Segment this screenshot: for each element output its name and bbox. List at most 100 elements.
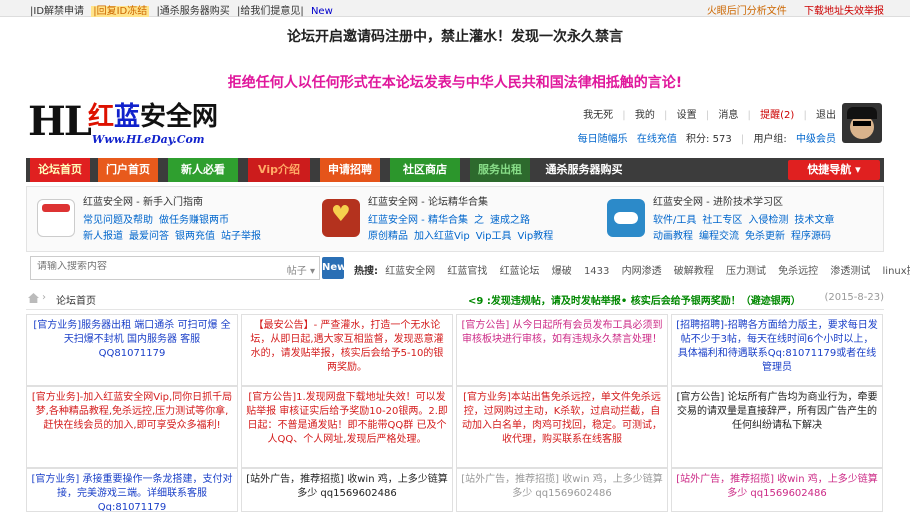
notice-cell[interactable]: [官方公告]1.发现网盘下载地址失效！可以发贴举报 审核证实后给予奖励10-20… [241,386,453,468]
feature-link[interactable]: 新人报道 [83,231,123,242]
feature-link[interactable]: 技术文章 [794,215,834,226]
checkin-link[interactable]: 每日随幅乐 [578,134,628,145]
hot-search-item[interactable]: 免杀远控 [778,266,818,277]
notice-invite: 论坛开启邀请码注册中，禁止灌水！发现一次永久禁言 [287,29,623,45]
feature-link[interactable]: 站子举报 [221,231,261,242]
hot-search-item[interactable]: 红蓝安全网 [385,266,435,277]
search-bar: 帖子 ▾ New 热搜: 红蓝安全网 红蓝官找 红蓝论坛 爆破 1433 内网渗… [26,256,910,282]
logout-link[interactable]: 退出 [816,110,836,121]
nav-server-buy[interactable]: 通杀服务器购买 [540,158,628,182]
notice-cell[interactable]: [站外广告，推荐招揽] 收win 鸡，上多少链算多少 qq1569602486 [456,468,668,512]
logo-name: 红蓝安全网 [88,102,219,132]
notice-cell[interactable]: [招聘招聘]-招聘各方面给力版主，要求每日发帖不少于3帖，每天在线时间6个小时以… [671,314,883,386]
home-icon[interactable] [28,293,39,303]
nav-vip[interactable]: Vip介绍 [248,158,310,182]
quick-nav-button[interactable]: 快捷导航 ▾ [788,160,880,180]
feature-link[interactable]: 常见问题及帮助 [83,215,153,226]
hot-search-item[interactable]: linux提权 [883,266,910,277]
feature-link[interactable]: 社工专区 [702,215,742,226]
username-link[interactable]: 我无死 [583,110,613,121]
notice-cell[interactable]: [官方业务]本站出售免杀远控，单文件免杀远控，过网购过主动，K杀软，过启动拦截，… [456,386,668,468]
logo-hl: HL [28,98,92,145]
feature-link[interactable]: 动画教程 [653,231,693,242]
notice-cell[interactable]: [官方业务] 承接重要操作一条龙搭建，支付对接，完美游戏三端。详细联系客服Qq:… [26,468,238,512]
notice-cell[interactable]: [官方公告] 从今日起所有会员发布工具必须到审核板块进行审核，如有违规永久禁言处… [456,314,668,386]
heart-icon [322,199,360,237]
hot-search-item[interactable]: 爆破 [552,266,572,277]
feature-link[interactable]: 做任务赚银两币 [159,215,229,226]
feature-link[interactable]: Vip工具 [476,231,512,242]
hot-search-item[interactable]: 内网渗透 [622,266,662,277]
user-panel: 我无死 | 我的 | 设置 | 消息 | 提醒(2) | 退出 每日随幅乐 在线… [577,110,836,145]
notice-cell[interactable]: [站外广告，推荐招揽] 收win 鸡，上多少链算多少 qq1569602486 [241,468,453,512]
notice-cell[interactable]: [站外广告，推荐招揽] 收win 鸡，上多少链算多少 qq1569602486 [671,468,883,512]
top-bar: |ID解禁申请 |回复ID冻结 |通杀服务器购买 |给我们提意见| New 火眼… [0,0,910,17]
hot-search-item[interactable]: 红蓝论坛 [500,266,540,277]
logo-url: Www.HLeDay.Com [92,133,205,146]
nav-shop[interactable]: 社区商店 [390,158,460,182]
feature-link[interactable]: 编程交流 [699,231,739,242]
group-label: 用户组: [753,134,787,145]
settings-link[interactable]: 设置 [677,110,697,121]
feature-title[interactable]: 红蓝安全网 - 新手入门指南 [83,193,203,208]
feature-link[interactable]: 银两充值 [175,231,215,242]
recharge-link[interactable]: 在线充值 [637,134,677,145]
breadcrumb-current[interactable]: 论坛首页 [56,292,96,307]
hot-search-item[interactable]: 1433 [584,266,609,277]
notice-cell[interactable]: [官方业务]服务器出租 端口通杀 可扫可爆 全天扫爆不封机 国内服务器 客服 Q… [26,314,238,386]
id-unban-link[interactable]: |ID解禁申请 [30,6,84,17]
server-buy-link[interactable]: |通杀服务器购买 [156,6,229,17]
hot-search-item[interactable]: 渗透测试 [830,266,870,277]
nav-rent[interactable]: 服务出租 [470,158,530,182]
site-logo[interactable]: HL 红蓝安全网 Www.HLeDay.Com [28,100,278,150]
feature-link[interactable]: 免杀更新 [745,231,785,242]
group-value[interactable]: 中级会员 [796,134,836,145]
notice-cell[interactable]: [官方公告] 论坛所有广告均为商业行为，牵要交易的请双量是直接辞严，所有因广告产… [671,386,883,468]
avatar[interactable] [842,103,882,143]
nav-forum-home[interactable]: 论坛首页 [30,158,90,182]
hot-search-item[interactable]: 破解教程 [674,266,714,277]
breadcrumb-separator: › [42,292,46,303]
new-badge: New [310,6,333,17]
hot-label: 热搜: [354,266,378,277]
nav-newbie[interactable]: 新人必看 [168,158,238,182]
search-box: 帖子 ▾ [30,256,320,280]
hot-search-item[interactable]: 红蓝官找 [447,266,487,277]
search-input[interactable] [37,261,257,272]
search-button[interactable]: New [322,257,346,279]
feature-title[interactable]: 红蓝安全网 - 进阶技术学习区 [653,193,783,208]
broken-link-report[interactable]: 下载地址失效举报 [804,6,884,17]
feature-link[interactable]: 软件/工具 [653,215,696,226]
alerts-link[interactable]: 提醒(2) [760,110,794,121]
hot-search-item[interactable]: 压力测试 [726,266,766,277]
notice-cell[interactable]: [官方业务]-加入红蓝安全网Vip,同你日抓千局梦,各种精品教程,免杀远控,压力… [26,386,238,468]
feature-link[interactable]: 原创精品 [368,231,408,242]
messages-link[interactable]: 消息 [718,110,738,121]
feature-link[interactable]: 红蓝安全网 - 精华合集 [368,215,468,226]
feature-link[interactable]: 入侵检测 [748,215,788,226]
feature-panels: 红蓝安全网 - 新手入门指南 常见问题及帮助 做任务赚银两币 新人报道 最爱问答 银两… [26,186,884,252]
cloud-icon [607,199,645,237]
id-freeze-link[interactable]: |回复ID冻结 [91,6,150,17]
feature-title[interactable]: 红蓝安全网 - 论坛精华合集 [368,193,488,208]
nav-recruit[interactable]: 申请招聘 [320,158,380,182]
feature-link[interactable]: 之 [474,215,484,226]
search-scope-select[interactable]: 帖子 ▾ [287,262,315,277]
announcement-date: (2015-8-23) [824,292,884,303]
notice-cell[interactable]: 【最安公告】- 严查灌水，打造一个无水论坛，从即日起,遇大家互相监督，发现恶意灌… [241,314,453,386]
feature-link[interactable]: 速成之路 [490,215,530,226]
feedback-link[interactable]: |给我们提意见| [237,6,304,17]
top-links: |ID解禁申请 |回复ID冻结 |通杀服务器购买 |给我们提意见| New [30,2,337,17]
feature-link[interactable]: Vip教程 [518,231,554,242]
backdoor-analysis-link[interactable]: 火眼后门分析文件 [707,6,787,17]
announcement-marquee[interactable]: <9 :发现违规帖，请及时发帖举报• 核实后会给予银两奖励！（避迹银两） [468,292,801,307]
calendar-icon [37,199,75,237]
mine-menu[interactable]: 我的 [635,110,655,121]
nav-portal-home[interactable]: 门户首页 [98,158,158,182]
hot-searches: 热搜: 红蓝安全网 红蓝官找 红蓝论坛 爆破 1433 内网渗透 破解教程 压力… [354,262,910,277]
feature-link[interactable]: 程序源码 [791,231,831,242]
feature-link[interactable]: 加入红蓝Vip [414,231,470,242]
points-text[interactable]: 积分: 573 [686,134,732,145]
feature-link[interactable]: 最爱问答 [129,231,169,242]
main-nav: 论坛首页 门户首页 新人必看 Vip介绍 申请招聘 社区商店 服务出租 通杀服务… [26,158,884,182]
